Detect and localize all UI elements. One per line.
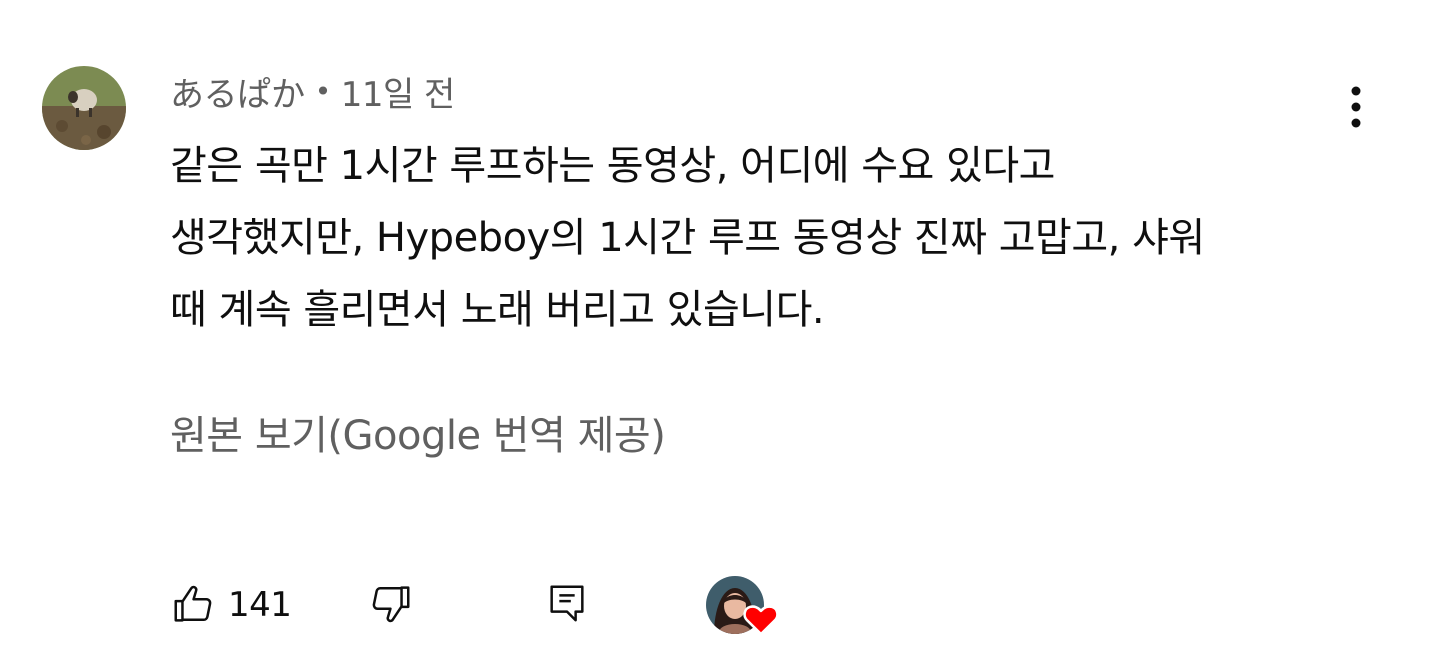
comment-actions: 141: [170, 570, 810, 640]
author-name[interactable]: あるぱか: [170, 67, 305, 116]
creator-heart: [704, 574, 784, 640]
view-original-link[interactable]: 원본 보기(Google 번역 제공): [170, 408, 666, 464]
like-count: 141: [228, 585, 292, 625]
comment-line-2: 생각했지만, Hypeboy의 1시간 루프 동영상 진짜 고맙고, 샤워: [170, 215, 1205, 261]
meta-separator: •: [314, 74, 332, 108]
thumb-up-icon: [174, 585, 212, 622]
comment-header: あるぱか • 11일 전: [170, 66, 455, 116]
comment-icon: [550, 585, 584, 622]
more-vert-icon: [1351, 86, 1361, 128]
comment-line-3: 때 계속 흘리면서 노래 버리고 있습니다.: [170, 287, 825, 333]
more-options-button[interactable]: [1334, 82, 1378, 132]
comment-text: 같은 곡만 1시간 루프하는 동영상, 어디에 수요 있다고 생각했지만, Hy…: [170, 130, 1350, 346]
reply-button[interactable]: [544, 580, 594, 630]
comment-time: 11일 전: [340, 74, 456, 115]
dislike-button[interactable]: [368, 580, 418, 630]
like-button[interactable]: 141: [170, 580, 292, 630]
thumb-down-icon: [372, 586, 410, 623]
author-avatar[interactable]: [42, 66, 126, 150]
comment-line-1: 같은 곡만 1시간 루프하는 동영상, 어디에 수요 있다고: [170, 143, 1055, 189]
heart-icon: [743, 605, 779, 636]
